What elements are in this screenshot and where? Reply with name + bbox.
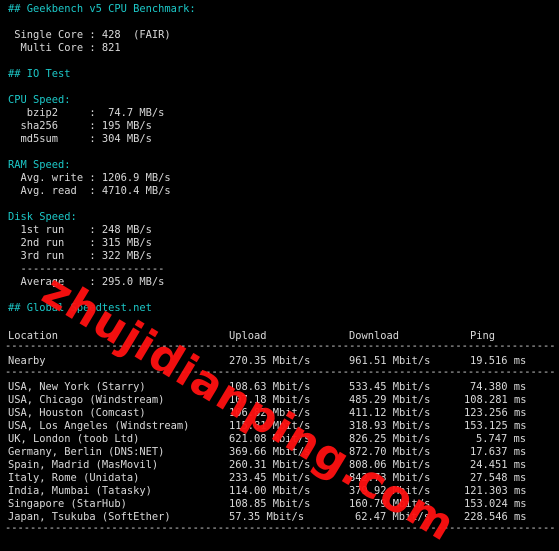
row-upload: 115.81 Mbit/s <box>229 420 311 432</box>
row-upload: 106.82 Mbit/s <box>229 407 311 419</box>
row-location: UK, London (toob Ltd) <box>8 433 140 445</box>
row-ping: 74.380 ms <box>470 381 527 393</box>
row-upload: 108.63 Mbit/s <box>229 381 311 393</box>
row-download: 411.12 Mbit/s <box>349 407 431 419</box>
row-upload: 369.66 Mbit/s <box>229 446 311 458</box>
row-location: India, Mumbai (Tatasky) <box>8 485 152 497</box>
separator-middle: ----------------------------------------… <box>5 366 555 378</box>
cpu-speed-md5sum: md5sum : 304 MB/s <box>8 133 152 145</box>
row-download: 485.29 Mbit/s <box>349 394 431 406</box>
row-location: Italy, Rome (Unidata) <box>8 472 140 484</box>
row-upload: 621.08 Mbit/s <box>229 433 311 445</box>
row-download: 826.25 Mbit/s <box>349 433 431 445</box>
disk-speed-run-1: 1st run : 248 MB/s <box>8 224 152 236</box>
row-upload: 108.85 Mbit/s <box>229 498 311 510</box>
row-ping: 5.747 ms <box>476 433 527 445</box>
row-location: USA, Chicago (Windstream) <box>8 394 165 406</box>
ram-speed-write: Avg. write : 1206.9 MB/s <box>8 172 171 184</box>
geekbench-header: ## Geekbench v5 CPU Benchmark: <box>8 3 196 15</box>
ram-speed-read: Avg. read : 4710.4 MB/s <box>8 185 171 197</box>
separator-top: ----------------------------------------… <box>5 340 555 352</box>
row-download: 533.45 Mbit/s <box>349 381 431 393</box>
row-location: USA, Houston (Comcast) <box>8 407 146 419</box>
row-download: 842.73 Mbit/s <box>349 472 431 484</box>
disk-speed-average: Average : 295.0 MB/s <box>8 276 165 288</box>
cpu-speed-bzip2: bzip2 : 74.7 MB/s <box>8 107 165 119</box>
row-upload: 233.45 Mbit/s <box>229 472 311 484</box>
separator-bottom: ----------------------------------------… <box>5 522 555 534</box>
disk-speed-run-3: 3rd run : 322 MB/s <box>8 250 152 262</box>
row-ping: 153.024 ms <box>464 498 527 510</box>
row-upload: 107.18 Mbit/s <box>229 394 311 406</box>
single-core-score: Single Core : 428 (FAIR) <box>8 29 171 41</box>
io-test-header: ## IO Test <box>8 68 71 80</box>
ram-speed-title: RAM Speed: <box>8 159 71 171</box>
row-download: 318.93 Mbit/s <box>349 420 431 432</box>
multi-core-score: Multi Core : 821 <box>8 42 121 54</box>
row-ping: 24.451 ms <box>470 459 527 471</box>
row-location: USA, Los Angeles (Windstream) <box>8 420 190 432</box>
row-download: 808.06 Mbit/s <box>349 459 431 471</box>
disk-speed-run-2: 2nd run : 315 MB/s <box>8 237 152 249</box>
disk-speed-divider: ----------------------- <box>8 263 165 275</box>
row-upload: 114.00 Mbit/s <box>229 485 311 497</box>
row-ping: 121.303 ms <box>464 485 527 497</box>
row-location: Singapore (StarHub) <box>8 498 127 510</box>
disk-speed-title: Disk Speed: <box>8 211 77 223</box>
row-download: 872.70 Mbit/s <box>349 446 431 458</box>
speedtest-header: ## Global Speedtest.net <box>8 302 152 314</box>
row-download: 160.79 Mbit/s <box>349 498 431 510</box>
row-ping: 108.281 ms <box>464 394 527 406</box>
row-ping: 153.125 ms <box>464 420 527 432</box>
cpu-speed-title: CPU Speed: <box>8 94 71 106</box>
row-location: USA, New York (Starry) <box>8 381 146 393</box>
row-location: Germany, Berlin (DNS:NET) <box>8 446 165 458</box>
row-upload: 260.31 Mbit/s <box>229 459 311 471</box>
cpu-speed-sha256: sha256 : 195 MB/s <box>8 120 152 132</box>
terminal-window: ## Geekbench v5 CPU Benchmark: Single Co… <box>0 0 559 551</box>
row-location: Spain, Madrid (MasMovil) <box>8 459 159 471</box>
row-download: 379.92 Mbit/s <box>349 485 431 497</box>
row-ping: 27.548 ms <box>470 472 527 484</box>
row-ping: 17.637 ms <box>470 446 527 458</box>
row-ping: 123.256 ms <box>464 407 527 419</box>
